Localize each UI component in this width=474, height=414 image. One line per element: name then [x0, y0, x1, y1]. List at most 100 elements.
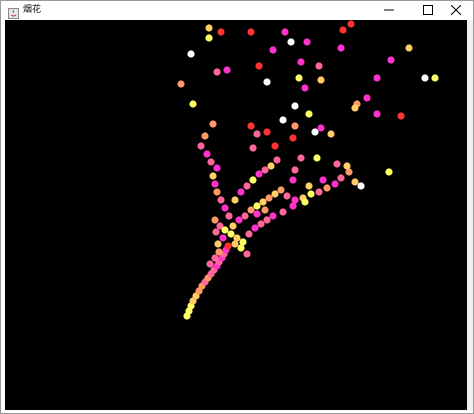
- fireworks-canvas[interactable]: [5, 20, 467, 410]
- firework-particle: [189, 100, 197, 108]
- firework-particle: [247, 122, 255, 130]
- firework-particle: [297, 154, 305, 162]
- firework-particle: [255, 62, 263, 70]
- firework-particle: [319, 176, 327, 184]
- firework-particle: [271, 142, 279, 150]
- minimize-button[interactable]: [372, 1, 406, 19]
- firework-particle: [421, 74, 429, 82]
- firework-particle: [221, 226, 229, 234]
- firework-particle: [279, 208, 287, 216]
- firework-particle: [249, 144, 257, 152]
- firework-particle: [203, 150, 211, 158]
- java-app-icon[interactable]: [8, 4, 19, 19]
- app-window: 烟花: [0, 0, 474, 414]
- firework-particle: [259, 198, 267, 206]
- firework-particle: [219, 234, 227, 242]
- firework-particle: [315, 62, 323, 70]
- firework-particle: [243, 250, 251, 258]
- firework-particle: [311, 128, 319, 136]
- firework-particle: [337, 44, 345, 52]
- firework-particle: [224, 242, 232, 250]
- firework-particle: [205, 34, 213, 42]
- firework-particle: [201, 132, 209, 140]
- firework-particle: [269, 212, 277, 220]
- firework-particle: [265, 194, 273, 202]
- firework-particle: [187, 50, 195, 58]
- firework-particle: [267, 162, 275, 170]
- firework-particle: [317, 124, 325, 132]
- firework-particle: [207, 158, 215, 166]
- firework-particle: [213, 68, 221, 76]
- firework-particle: [261, 166, 269, 174]
- firework-particle: [271, 190, 279, 198]
- firework-particle: [331, 180, 339, 188]
- firework-particle: [209, 120, 217, 128]
- minimize-icon: [384, 9, 394, 11]
- firework-particle: [206, 260, 214, 268]
- firework-particle: [212, 228, 220, 236]
- firework-particle: [225, 212, 233, 220]
- firework-particle: [281, 28, 289, 36]
- firework-particle: [287, 38, 295, 46]
- firework-particle: [327, 130, 335, 138]
- firework-particle: [397, 112, 405, 120]
- firework-particle: [363, 94, 371, 102]
- firework-particle: [217, 196, 225, 204]
- firework-particle: [315, 188, 323, 196]
- firework-particle: [269, 46, 277, 54]
- firework-particle: [373, 74, 381, 82]
- firework-particle: [245, 230, 253, 238]
- firework-particle: [211, 254, 219, 262]
- firework-particle: [405, 44, 413, 52]
- title-bar[interactable]: 烟花: [1, 1, 473, 19]
- firework-particle: [197, 142, 205, 150]
- firework-particle: [247, 206, 255, 214]
- firework-particle: [291, 102, 299, 110]
- firework-particle: [237, 244, 245, 252]
- firework-particle: [387, 56, 395, 64]
- firework-particle: [261, 206, 269, 214]
- firework-particle: [277, 186, 285, 194]
- firework-particle: [305, 110, 313, 118]
- firework-particle: [253, 130, 261, 138]
- firework-particle: [177, 80, 185, 88]
- firework-particle: [221, 204, 229, 212]
- firework-particle: [343, 162, 351, 170]
- firework-particle: [297, 58, 305, 66]
- firework-particle: [223, 66, 231, 74]
- fireworks-particles: [177, 20, 439, 320]
- firework-particle: [289, 202, 297, 210]
- firework-particle: [213, 164, 221, 172]
- firework-particle: [231, 240, 239, 248]
- firework-particle: [279, 116, 287, 124]
- firework-particle: [357, 182, 365, 190]
- firework-particle: [323, 184, 331, 192]
- firework-particle: [227, 230, 235, 238]
- firework-particle: [313, 154, 321, 162]
- firework-particle: [263, 78, 271, 86]
- firework-particle: [333, 160, 341, 168]
- firework-particle: [217, 28, 225, 36]
- window-right-border: [467, 20, 473, 410]
- firework-particle: [291, 122, 299, 130]
- firework-particle: [351, 178, 359, 186]
- firework-particle: [337, 174, 345, 182]
- firework-particle: [317, 76, 325, 84]
- firework-particle: [273, 156, 281, 164]
- firework-particle: [213, 188, 221, 196]
- firework-particle: [283, 192, 291, 200]
- firework-particle: [235, 216, 243, 224]
- firework-particle: [301, 84, 309, 92]
- firework-particle: [257, 220, 265, 228]
- close-button[interactable]: [439, 1, 473, 19]
- firework-particle: [351, 104, 359, 112]
- firework-particle: [263, 216, 271, 224]
- firework-particle: [215, 248, 223, 256]
- firework-particle: [305, 182, 313, 190]
- firework-particle: [209, 172, 217, 180]
- maximize-icon: [423, 5, 433, 15]
- firework-particle: [214, 240, 222, 248]
- firework-particle: [241, 212, 249, 220]
- firework-particle: [289, 176, 297, 184]
- firework-particle: [249, 176, 257, 184]
